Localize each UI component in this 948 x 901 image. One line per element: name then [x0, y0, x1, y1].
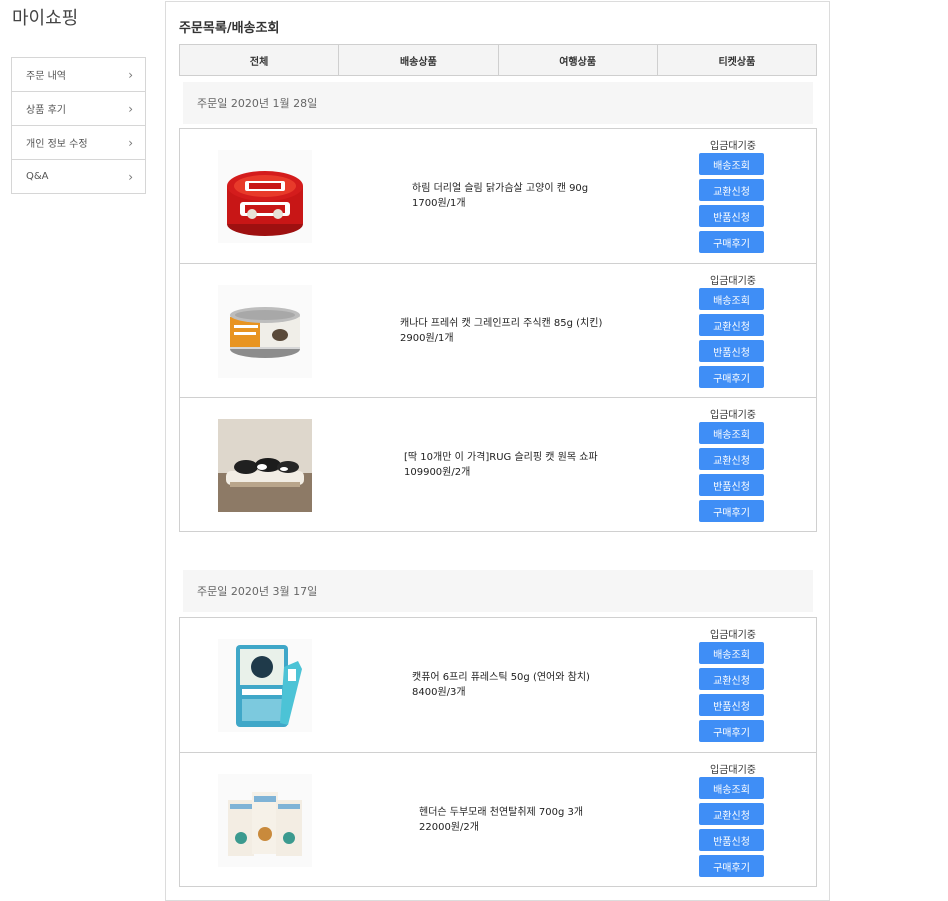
chevron-right-icon: ›: [128, 135, 133, 150]
write-review-button[interactable]: 구매후기: [699, 231, 764, 253]
action-buttons: 배송조회 교환신청 반품신청 구매후기: [699, 153, 764, 257]
track-delivery-button[interactable]: 배송조회: [699, 153, 764, 175]
chevron-right-icon: ›: [128, 169, 133, 184]
cat-food-can-orange-icon: [218, 285, 312, 378]
write-review-button[interactable]: 구매후기: [699, 366, 764, 388]
puree-stick-pack-icon: [218, 639, 312, 732]
write-review-button[interactable]: 구매후기: [699, 720, 764, 742]
sidebar-item-label: Q&A: [26, 171, 49, 182]
cat-food-can-red-icon: [218, 150, 312, 243]
order-status: 입금대기중: [710, 141, 756, 152]
category-tabs: 전체 배송상품 여행상품 티켓상품: [179, 44, 817, 76]
product-name[interactable]: 헨더슨 두부모래 천연탈취제 700g 3개: [419, 805, 583, 820]
order-item-row: 캣퓨어 6프리 퓨레스틱 50g (연어와 참치) 8400원/3개 입금대기중…: [180, 618, 816, 752]
product-info: 헨더슨 두부모래 천연탈취제 700g 3개 22000원/2개: [419, 805, 583, 835]
cat-sofa-photo-icon: [218, 419, 312, 512]
exchange-request-button[interactable]: 교환신청: [699, 668, 764, 690]
product-info: 하림 더리얼 슬림 닭가슴살 고양이 캔 90g 1700원/1개: [412, 181, 588, 211]
action-buttons: 배송조회 교환신청 반품신청 구매후기: [699, 777, 764, 881]
write-review-button[interactable]: 구매후기: [699, 855, 764, 877]
action-buttons: 배송조회 교환신청 반품신청 구매후기: [699, 288, 764, 392]
tab-delivery[interactable]: 배송상품: [339, 44, 499, 76]
order-status: 입금대기중: [710, 765, 756, 776]
exchange-request-button[interactable]: 교환신청: [699, 803, 764, 825]
return-request-button[interactable]: 반품신청: [699, 829, 764, 851]
sidebar-item-orders[interactable]: 주문 내역 ›: [12, 58, 145, 92]
sidebar-item-profile[interactable]: 개인 정보 수정 ›: [12, 126, 145, 160]
tab-all[interactable]: 전체: [179, 44, 340, 76]
order-item-row: 하림 더리얼 슬림 닭가슴살 고양이 캔 90g 1700원/1개 입금대기중 …: [180, 129, 816, 263]
product-thumbnail[interactable]: [218, 285, 312, 378]
sidebar-item-label: 상품 후기: [26, 105, 66, 116]
exchange-request-button[interactable]: 교환신청: [699, 448, 764, 470]
litter-bags-icon: [218, 774, 312, 867]
product-info: 캣퓨어 6프리 퓨레스틱 50g (연어와 참치) 8400원/3개: [412, 670, 590, 700]
product-thumbnail[interactable]: [218, 419, 312, 512]
order-status: 입금대기중: [710, 630, 756, 641]
track-delivery-button[interactable]: 배송조회: [699, 642, 764, 664]
exchange-request-button[interactable]: 교환신청: [699, 314, 764, 336]
product-price: 8400원/3개: [412, 687, 466, 698]
sidebar-menu: 주문 내역 › 상품 후기 › 개인 정보 수정 › Q&A ›: [11, 57, 146, 194]
sidebar-item-label: 개인 정보 수정: [26, 139, 88, 150]
tab-travel[interactable]: 여행상품: [498, 44, 658, 76]
product-price: 22000원/2개: [419, 822, 479, 833]
product-name[interactable]: [딱 10개만 이 가격]RUG 슬리핑 캣 원목 쇼파: [404, 450, 598, 465]
product-name[interactable]: 캐나다 프레쉬 캣 그레인프리 주식캔 85g (치킨): [400, 316, 602, 331]
return-request-button[interactable]: 반품신청: [699, 694, 764, 716]
order-item-row: [딱 10개만 이 가격]RUG 슬리핑 캣 원목 쇼파 109900원/2개 …: [180, 397, 816, 531]
order-group: 캣퓨어 6프리 퓨레스틱 50g (연어와 참치) 8400원/3개 입금대기중…: [179, 617, 817, 887]
action-buttons: 배송조회 교환신청 반품신청 구매후기: [699, 422, 764, 526]
chevron-right-icon: ›: [128, 101, 133, 116]
track-delivery-button[interactable]: 배송조회: [699, 288, 764, 310]
product-thumbnail[interactable]: [218, 150, 312, 243]
order-date-bar: 주문일 2020년 1월 28일: [183, 82, 813, 124]
track-delivery-button[interactable]: 배송조회: [699, 422, 764, 444]
product-price: 109900원/2개: [404, 467, 471, 478]
return-request-button[interactable]: 반품신청: [699, 340, 764, 362]
product-price: 2900원/1개: [400, 333, 454, 344]
sidebar-item-label: 주문 내역: [26, 71, 66, 82]
order-item-row: 헨더슨 두부모래 천연탈취제 700g 3개 22000원/2개 입금대기중 배…: [180, 752, 816, 886]
order-status: 입금대기중: [710, 410, 756, 421]
write-review-button[interactable]: 구매후기: [699, 500, 764, 522]
product-price: 1700원/1개: [412, 198, 466, 209]
order-date-bar: 주문일 2020년 3월 17일: [183, 570, 813, 612]
product-info: [딱 10개만 이 가격]RUG 슬리핑 캣 원목 쇼파 109900원/2개: [404, 450, 598, 480]
tab-ticket[interactable]: 티켓상품: [657, 44, 817, 76]
return-request-button[interactable]: 반품신청: [699, 205, 764, 227]
track-delivery-button[interactable]: 배송조회: [699, 777, 764, 799]
order-group: 하림 더리얼 슬림 닭가슴살 고양이 캔 90g 1700원/1개 입금대기중 …: [179, 128, 817, 532]
sidebar-title: 마이쇼핑: [12, 8, 79, 29]
chevron-right-icon: ›: [128, 67, 133, 82]
sidebar-item-reviews[interactable]: 상품 후기 ›: [12, 92, 145, 126]
product-info: 캐나다 프레쉬 캣 그레인프리 주식캔 85g (치킨) 2900원/1개: [400, 316, 602, 346]
action-buttons: 배송조회 교환신청 반품신청 구매후기: [699, 642, 764, 746]
order-list-panel: 주문목록/배송조회 전체 배송상품 여행상품 티켓상품 주문일 2020년 1월…: [165, 1, 830, 901]
sidebar-item-qna[interactable]: Q&A ›: [12, 160, 145, 194]
page-title: 주문목록/배송조회: [179, 21, 280, 36]
product-thumbnail[interactable]: [218, 639, 312, 732]
order-item-row: 캐나다 프레쉬 캣 그레인프리 주식캔 85g (치킨) 2900원/1개 입금…: [180, 263, 816, 397]
product-name[interactable]: 하림 더리얼 슬림 닭가슴살 고양이 캔 90g: [412, 181, 588, 196]
exchange-request-button[interactable]: 교환신청: [699, 179, 764, 201]
product-thumbnail[interactable]: [218, 774, 312, 867]
order-status: 입금대기중: [710, 276, 756, 287]
product-name[interactable]: 캣퓨어 6프리 퓨레스틱 50g (연어와 참치): [412, 670, 590, 685]
return-request-button[interactable]: 반품신청: [699, 474, 764, 496]
